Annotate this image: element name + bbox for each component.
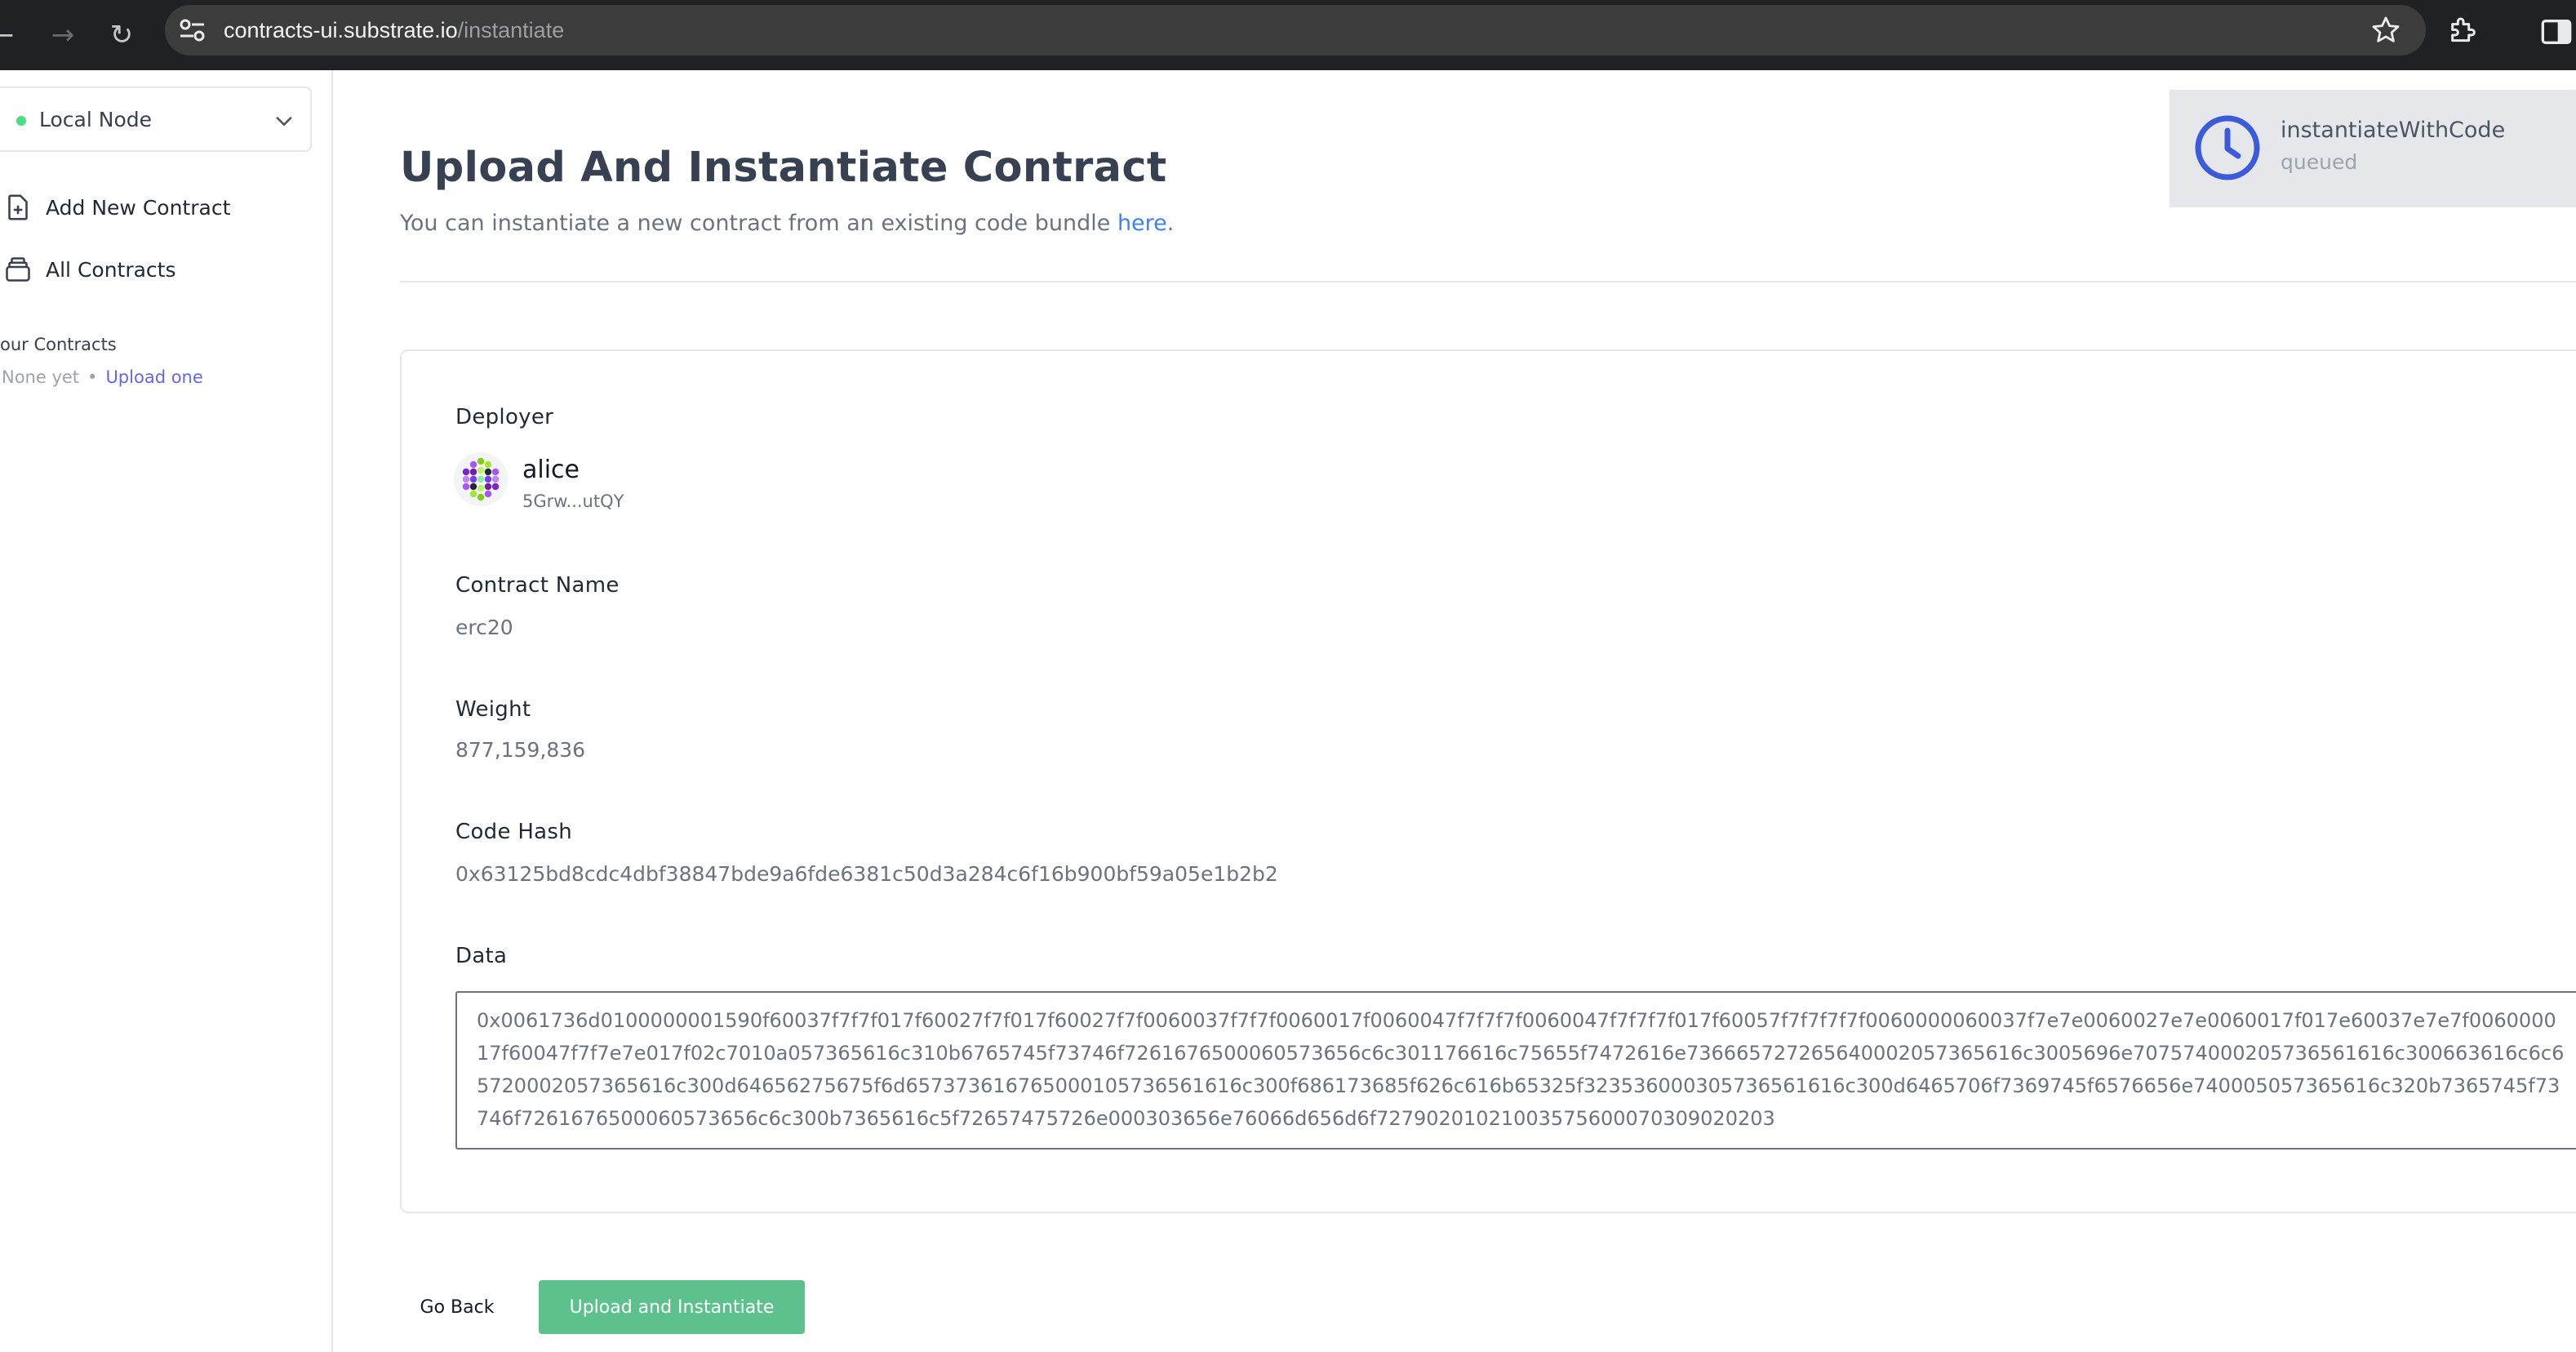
weight-value: 877,159,836 — [455, 738, 586, 762]
url-text: contracts-ui.substrate.io/instantiate — [224, 18, 565, 42]
page-title: Upload And Instantiate Contract — [400, 144, 1167, 192]
connection-status-dot — [16, 116, 26, 126]
sidebar: Local Node Add New Contract All Contract… — [0, 70, 333, 1352]
your-contracts-heading: our Contracts — [0, 335, 117, 354]
main-content: Upload And Instantiate Contract You can … — [400, 70, 2576, 1352]
your-contracts-empty: None yet • Upload one — [2, 367, 203, 387]
clock-icon — [2195, 115, 2260, 180]
extensions-puzzle-icon[interactable] — [2447, 15, 2480, 47]
data-value: 0x0061736d0100000001590f60037f7f7f017f60… — [477, 1009, 2565, 1130]
network-label: Local Node — [39, 108, 152, 131]
contract-name-value: erc20 — [455, 616, 513, 639]
reload-icon[interactable]: ↻ — [101, 15, 142, 56]
add-document-icon — [8, 194, 28, 220]
contracts-stack-icon — [6, 257, 30, 282]
separator: • — [87, 367, 98, 387]
data-field[interactable]: 0x0061736d0100000001590f60037f7f7f017f60… — [455, 991, 2576, 1150]
header-divider — [400, 281, 2576, 282]
page-subtitle: You can instantiate a new contract from … — [400, 211, 1175, 236]
site-settings-icon[interactable] — [178, 16, 207, 44]
code-hash-value: 0x63125bd8cdc4dbf38847bde9a6fde6381c50d3… — [455, 862, 1278, 886]
upload-and-instantiate-button[interactable]: Upload and Instantiate — [539, 1280, 805, 1334]
browser-toolbar: ← → ↻ contracts-ui.substrate.io/instanti… — [0, 0, 2576, 70]
sidebar-item-label: Add New Contract — [46, 195, 231, 220]
sidebar-item-all-contracts[interactable]: All Contracts — [3, 251, 176, 287]
notification-status: queued — [2281, 150, 2358, 174]
upload-one-link[interactable]: Upload one — [105, 367, 202, 387]
weight-label: Weight — [455, 697, 531, 722]
deployer-label: Deployer — [455, 405, 554, 429]
account-identicon — [454, 452, 508, 506]
notification-title: instantiateWithCode — [2281, 118, 2506, 143]
back-arrow-icon[interactable]: ← — [0, 15, 23, 56]
address-bar[interactable]: contracts-ui.substrate.io/instantiate — [165, 5, 2426, 56]
review-card: Deployer alice 5Grw...utQY Contract Name… — [400, 349, 2576, 1213]
code-hash-label: Code Hash — [455, 820, 573, 844]
chevron-down-icon — [276, 117, 292, 126]
sidebar-item-add-new-contract[interactable]: Add New Contract — [3, 189, 230, 225]
forward-arrow-icon[interactable]: → — [42, 15, 83, 56]
transaction-notification: instantiateWithCode queued — [2170, 90, 2576, 207]
side-panel-icon[interactable] — [2540, 18, 2573, 46]
empty-text: None yet — [2, 367, 80, 387]
deployer-name: alice — [522, 456, 580, 484]
network-selector[interactable]: Local Node — [0, 87, 312, 152]
deployer-address: 5Grw...utQY — [522, 491, 624, 511]
code-bundle-link[interactable]: here — [1117, 211, 1167, 236]
contract-name-label: Contract Name — [455, 573, 620, 598]
sidebar-item-label: All Contracts — [46, 257, 176, 282]
data-label: Data — [455, 944, 508, 968]
bookmark-star-icon[interactable] — [2370, 15, 2401, 46]
go-back-button[interactable]: Go Back — [408, 1280, 506, 1334]
